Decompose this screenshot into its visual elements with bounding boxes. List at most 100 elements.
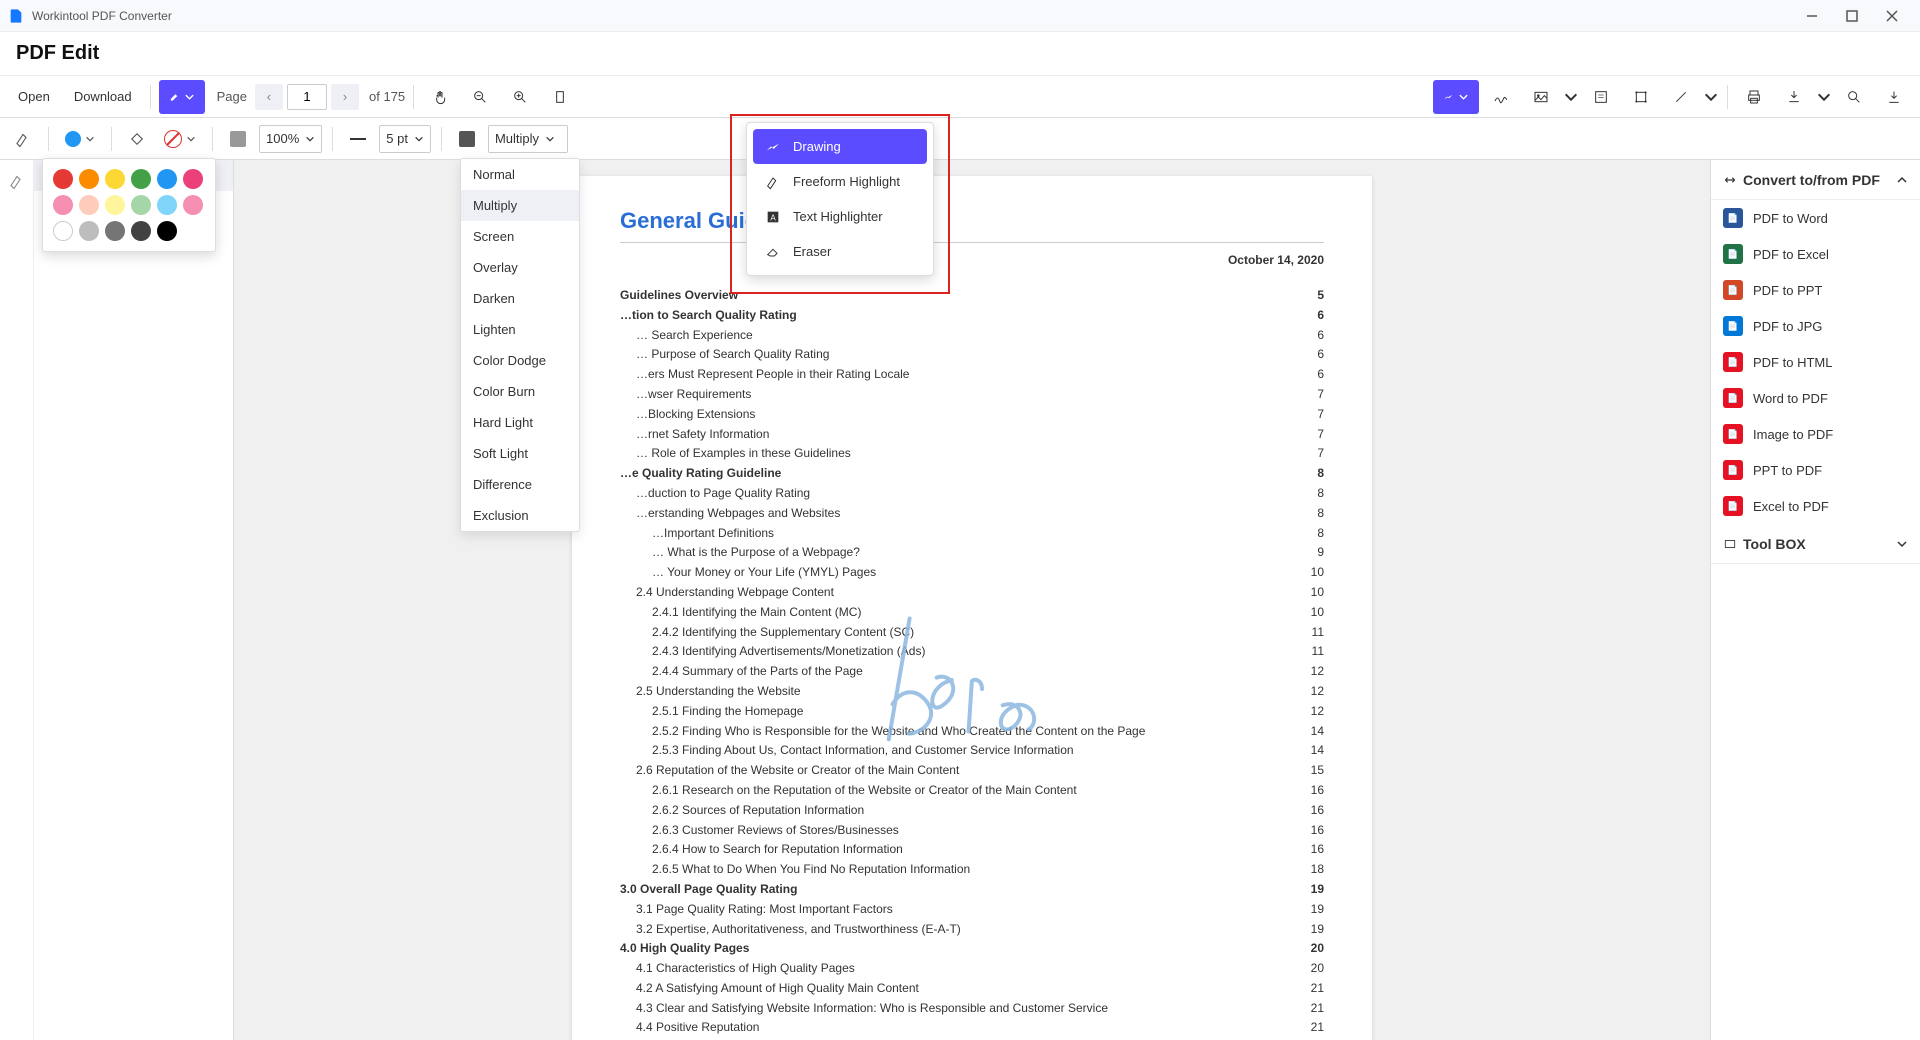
color-option[interactable] [53,169,73,189]
convert-option[interactable]: 📄PDF to JPG [1711,308,1920,344]
toc-row: 4.4 Positive Reputation21 [620,1019,1324,1036]
convert-option[interactable]: 📄PDF to HTML [1711,344,1920,380]
blend-option[interactable]: Normal [461,159,579,190]
stroke-width-select[interactable]: 5 pt [379,125,431,153]
export-dropdown[interactable] [1816,80,1832,114]
blend-option[interactable]: Soft Light [461,438,579,469]
toc-row: … Your Money or Your Life (YMYL) Pages10 [620,564,1324,581]
toc-row: …Important Definitions8 [620,525,1324,542]
draw-tool-button[interactable] [159,80,205,114]
rectangle-tool[interactable] [1623,80,1659,114]
window-maximize[interactable] [1832,2,1872,30]
blend-option[interactable]: Screen [461,221,579,252]
page-heading: PDF Edit [16,42,99,65]
download-icon-button[interactable] [1876,80,1912,114]
signature-tool[interactable] [1483,80,1519,114]
blend-option[interactable]: Exclusion [461,500,579,531]
color-option[interactable] [183,195,203,215]
color-option[interactable] [105,195,125,215]
blend-option[interactable]: Hard Light [461,407,579,438]
fit-page-button[interactable] [542,80,578,114]
export-button[interactable] [1776,80,1812,114]
color-option[interactable] [105,169,125,189]
image-dropdown[interactable] [1563,80,1579,114]
header: PDF Edit [0,32,1920,76]
color-option[interactable] [131,195,151,215]
color-option[interactable] [131,169,151,189]
convert-header[interactable]: Convert to/from PDF [1711,160,1920,200]
chevron-down-icon [1896,538,1908,550]
toc-row: 2.5.2 Finding Who is Responsible for the… [620,723,1324,740]
toc-row: … What is the Purpose of a Webpage?9 [620,544,1324,561]
color-option[interactable] [157,169,177,189]
opacity-select[interactable]: 100% [259,125,322,153]
freeform-highlight-option[interactable]: Freeform Highlight [753,164,927,199]
chevron-up-icon [1896,174,1908,186]
convert-option[interactable]: 📄PDF to Excel [1711,236,1920,272]
separator [48,127,49,151]
blend-option[interactable]: Lighten [461,314,579,345]
toc-row: 2.4.1 Identifying the Main Content (MC)1… [620,604,1324,621]
toc-row: 4.2 A Satisfying Amount of High Quality … [620,980,1324,997]
convert-option[interactable]: 📄PDF to PPT [1711,272,1920,308]
color-option[interactable] [105,221,125,241]
color-option[interactable] [79,221,99,241]
color-option[interactable] [183,169,203,189]
note-tool[interactable] [1583,80,1619,114]
download-button[interactable]: Download [64,80,142,114]
stroke-color-button[interactable] [59,124,101,154]
line-tool[interactable] [1663,80,1699,114]
open-button[interactable]: Open [8,80,60,114]
highlight-icon[interactable] [8,124,38,154]
eraser-option[interactable]: Eraser [753,234,927,269]
convert-option[interactable]: 📄Image to PDF [1711,416,1920,452]
print-button[interactable] [1736,80,1772,114]
fill-button[interactable] [122,124,152,154]
opacity-button[interactable] [223,124,253,154]
window-minimize[interactable] [1792,2,1832,30]
toolbox-header[interactable]: Tool BOX [1711,524,1920,564]
convert-option[interactable]: 📄Excel to PDF [1711,488,1920,524]
color-option[interactable] [53,195,73,215]
separator [1727,85,1728,109]
document-viewport[interactable]: General Guidelines October 14, 2020 Guid… [234,160,1710,1040]
blend-option[interactable]: Darken [461,283,579,314]
color-option[interactable] [79,195,99,215]
blend-option[interactable]: Difference [461,469,579,500]
blend-mode-select[interactable]: Multiply [488,125,568,153]
image-tool[interactable] [1523,80,1559,114]
stroke-width-icon[interactable] [343,124,373,154]
toc-row: 4.3 Clear and Satisfying Website Informa… [620,1000,1324,1017]
drawing-option[interactable]: Drawing [753,129,927,164]
thumbnail-column: Page 1 [0,160,234,1040]
blend-option[interactable]: Color Dodge [461,345,579,376]
page-prev-button[interactable]: ‹ [255,84,283,110]
line-dropdown[interactable] [1703,80,1719,114]
blend-option[interactable]: Overlay [461,252,579,283]
toc-row: …wser Requirements7 [620,386,1324,403]
text-highlighter-option[interactable]: AText Highlighter [753,199,927,234]
window-close[interactable] [1872,2,1912,30]
toc-row: … Search Experience6 [620,327,1324,344]
search-button[interactable] [1836,80,1872,114]
color-option[interactable] [157,195,177,215]
convert-option[interactable]: 📄PPT to PDF [1711,452,1920,488]
color-option[interactable] [157,221,177,241]
zoom-in-button[interactable] [502,80,538,114]
convert-option[interactable]: 📄Word to PDF [1711,380,1920,416]
blend-icon[interactable] [452,124,482,154]
toc-row: …Blocking Extensions7 [620,406,1324,423]
convert-option[interactable]: 📄PDF to Word [1711,200,1920,236]
no-fill-button[interactable] [158,124,202,154]
color-option[interactable] [79,169,99,189]
pen-icon[interactable] [8,172,26,190]
blend-option[interactable]: Color Burn [461,376,579,407]
draw-dropdown-button[interactable] [1433,80,1479,114]
page-next-button[interactable]: › [331,84,359,110]
blend-option[interactable]: Multiply [461,190,579,221]
color-option[interactable] [131,221,151,241]
pan-tool[interactable] [422,80,458,114]
color-option[interactable] [53,221,73,241]
zoom-out-button[interactable] [462,80,498,114]
page-input[interactable] [287,84,327,110]
